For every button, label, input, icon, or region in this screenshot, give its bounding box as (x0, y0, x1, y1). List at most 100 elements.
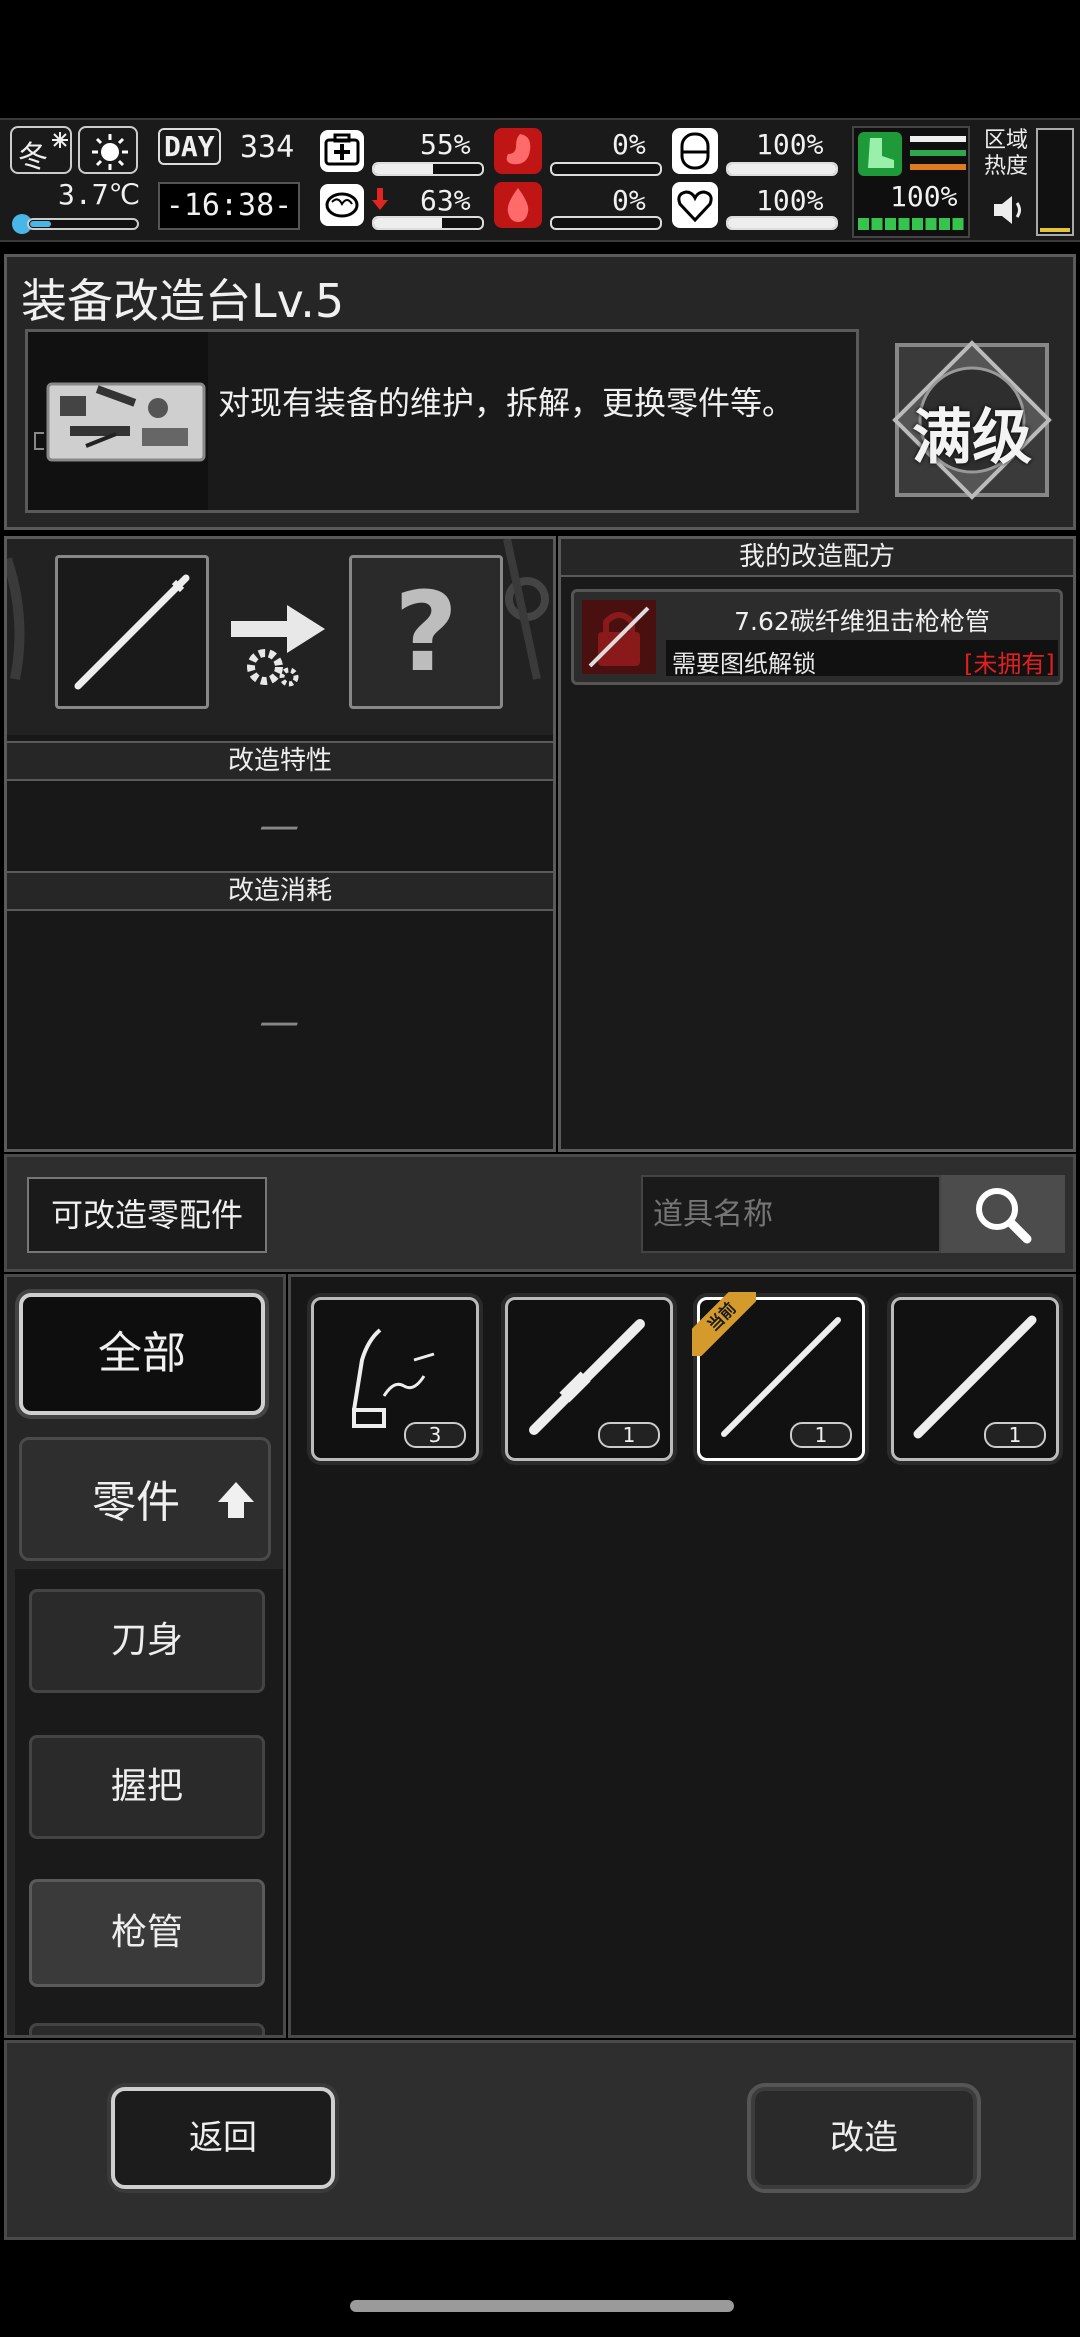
inventory-grid: 3 1 当前 1 1 (288, 1274, 1076, 2038)
max-level-label: 满级 (912, 403, 1032, 473)
workbench-header: 装备改造台Lv.5 对现有装备的维护，拆解，更换零件等。 满级 (4, 254, 1076, 530)
stamina-panel: 100% (852, 126, 970, 238)
protection-bar (726, 162, 838, 176)
bottom-action-bar: 返回 改造 (4, 2040, 1076, 2240)
workbench-thumbnail (28, 332, 208, 510)
item-count: 1 (984, 1422, 1046, 1448)
item-count: 3 (404, 1422, 466, 1448)
sun-icon (92, 134, 128, 170)
search-icon (976, 1188, 1032, 1244)
health-icon (320, 130, 364, 172)
recipe-panel-title: 我的改造配方 (561, 539, 1073, 577)
inventory-item-barrel[interactable]: 1 (891, 1297, 1059, 1461)
stamina-segment (858, 218, 869, 230)
status-bar: 冬 3.7℃ DAY 334 -16:38- 55% 63% 0% 0% 100… (0, 118, 1080, 242)
thirst-bar (550, 216, 662, 230)
recipe-panel: 我的改造配方 7.62碳纤维狙击枪枪管 需要图纸解锁 [未拥有] (558, 536, 1076, 1152)
back-button[interactable]: 返回 (111, 2087, 335, 2189)
health-bar (372, 162, 484, 176)
down-arrow-icon (372, 188, 388, 210)
temperature-gauge (12, 214, 139, 234)
traits-value: — (251, 803, 309, 849)
page-title: 装备改造台Lv.5 (21, 274, 345, 328)
mood-bar (726, 216, 838, 230)
result-item-slot[interactable]: ? (349, 555, 503, 709)
inventory-item-scope-parts[interactable]: 3 (311, 1297, 479, 1461)
stamina-segment (912, 218, 923, 230)
stamina-segment (952, 218, 964, 230)
sanity-value: 63% (420, 184, 471, 217)
stamina-line-3 (910, 164, 966, 170)
subcategory-barrel[interactable]: 枪管 (29, 1879, 265, 1987)
temperature-value: 3.7℃ (58, 178, 141, 211)
weather-badge (78, 126, 138, 174)
gun-barrel-icon (74, 574, 190, 690)
recipe-item[interactable]: 7.62碳纤维狙击枪枪管 需要图纸解锁 [未拥有] (571, 589, 1063, 685)
max-level-badge: 满级 (887, 335, 1057, 505)
recipe-status: [未拥有] (964, 650, 1055, 678)
zone-heat-gauge (1036, 128, 1074, 236)
stomach-icon (494, 128, 542, 174)
stamina-line-1 (910, 136, 966, 142)
inventory-item-short-barrel[interactable]: 1 (505, 1297, 673, 1461)
stamina-line-2 (910, 150, 966, 156)
subcategory-more[interactable] (29, 2023, 265, 2035)
modifiable-parts-label: 可改造零配件 (27, 1177, 267, 1253)
hunger-bar (550, 162, 662, 176)
helmet-icon (672, 128, 718, 174)
item-count: 1 (790, 1422, 852, 1448)
unknown-result-symbol: ? (394, 568, 458, 696)
game-clock: -16:38- (158, 182, 300, 230)
modify-button[interactable]: 改造 (751, 2087, 977, 2189)
cost-header: 改造消耗 (7, 871, 553, 911)
health-value: 55% (420, 128, 471, 161)
speaker-icon[interactable] (990, 192, 1030, 228)
zone-label-1: 区域 (984, 128, 1029, 153)
convert-arrow-icon (231, 605, 325, 687)
filter-bar: 可改造零配件 (4, 1154, 1076, 1272)
description-box: 对现有装备的维护，拆解，更换零件等。 (25, 329, 859, 513)
stamina-segment (871, 218, 883, 230)
stamina-segment (925, 218, 937, 230)
category-parts-label: 零件 (92, 1477, 180, 1528)
category-all[interactable]: 全部 (19, 1293, 265, 1415)
heart-icon (672, 182, 718, 228)
stamina-value: 100% (890, 180, 958, 213)
season-label: 冬 (18, 140, 48, 175)
protection-value: 100% (756, 128, 824, 161)
current-tag: 当前 (692, 1292, 756, 1356)
recipe-requirement: 需要图纸解锁 (672, 650, 816, 678)
hunger-value: 0% (612, 128, 646, 161)
search-button[interactable] (941, 1175, 1065, 1253)
subcategory-grip[interactable]: 握把 (29, 1735, 265, 1839)
boot-icon (858, 132, 902, 176)
source-item-slot[interactable] (55, 555, 209, 709)
sanity-bar (372, 216, 484, 230)
zone-heat-label: 区域 热度 (984, 128, 1028, 180)
thirst-value: 0% (612, 184, 646, 217)
day-label: DAY (158, 128, 221, 165)
current-tag-label: 当前 (692, 1292, 756, 1356)
zone-label-2: 热度 (984, 154, 1029, 179)
subcategory-blade[interactable]: 刀身 (29, 1589, 265, 1693)
locked-recipe-icon (582, 600, 656, 674)
stamina-segment (939, 218, 950, 230)
water-drop-icon (494, 182, 542, 228)
brain-icon (320, 184, 364, 226)
workbench-description: 对现有装备的维护，拆解，更换零件等。 (218, 384, 795, 422)
modify-panel: ? 改造特性 — 改造消耗 — (4, 536, 556, 1152)
item-count: 1 (598, 1422, 660, 1448)
category-parts[interactable]: 零件 (19, 1437, 271, 1561)
search-input[interactable] (641, 1175, 941, 1253)
home-indicator[interactable] (350, 2300, 734, 2312)
day-counter: DAY 334 (158, 128, 302, 170)
stamina-segment (898, 218, 910, 230)
modify-preview: ? (7, 539, 553, 735)
inventory-item-current-barrel[interactable]: 当前 1 (692, 1292, 865, 1461)
stamina-bar (858, 218, 964, 230)
cost-value: — (251, 999, 309, 1045)
stamina-segment (885, 218, 896, 230)
tools-icon (46, 382, 206, 462)
category-sidebar: 全部 零件 刀身 握把 枪管 (4, 1274, 286, 2038)
snowflake-icon (52, 132, 68, 148)
